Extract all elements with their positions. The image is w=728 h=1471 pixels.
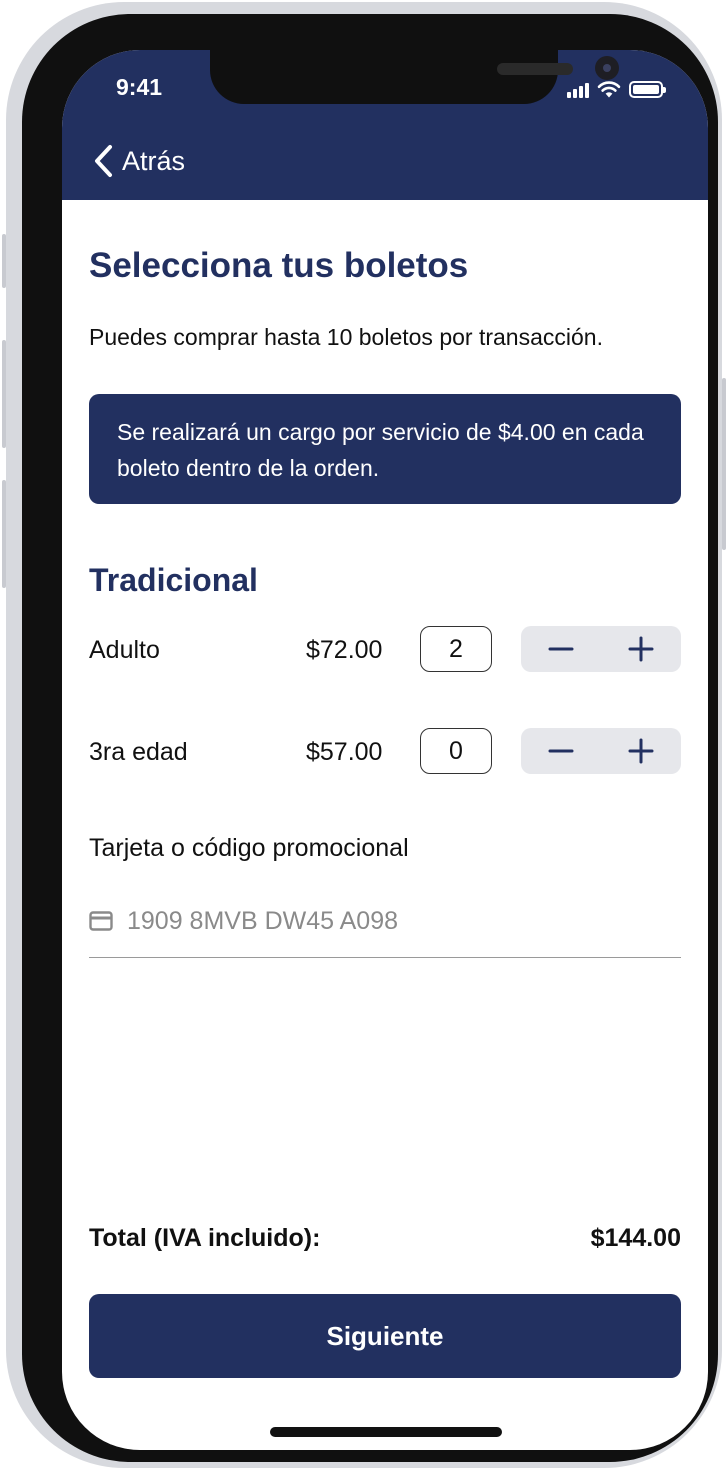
promo-code-field xyxy=(89,902,681,958)
ticket-price: $57.00 xyxy=(306,738,383,766)
quantity-field[interactable]: 0 xyxy=(420,728,492,774)
quantity-stepper xyxy=(521,728,681,774)
minus-icon xyxy=(548,749,574,753)
increment-button[interactable] xyxy=(601,626,681,672)
decrement-button[interactable] xyxy=(521,626,601,672)
service-fee-notice: Se realizará un cargo por servicio de $4… xyxy=(89,394,681,504)
increment-button[interactable] xyxy=(601,728,681,774)
ticket-row-adulto: Adulto $72.00 2 xyxy=(89,626,681,674)
promo-code-input[interactable] xyxy=(127,902,647,940)
plus-icon xyxy=(628,636,654,662)
phone-bezel: 9:41 Atrás Selecciona tus boletos Puedes… xyxy=(22,14,718,1462)
power-button xyxy=(722,378,726,550)
speaker-grille xyxy=(497,63,573,75)
battery-icon xyxy=(629,81,666,98)
ticket-label: Adulto xyxy=(89,636,160,664)
chevron-left-icon xyxy=(95,145,112,177)
page-title: Selecciona tus boletos xyxy=(89,246,469,285)
cellular-signal-icon xyxy=(567,82,589,98)
credit-card-icon xyxy=(89,911,113,931)
header-bar: 9:41 Atrás xyxy=(62,50,708,200)
plus-icon xyxy=(628,738,654,764)
ticket-label: 3ra edad xyxy=(89,738,188,766)
back-button[interactable]: Atrás xyxy=(92,144,185,178)
notch xyxy=(210,50,619,104)
mute-switch xyxy=(2,234,6,288)
back-label: Atrás xyxy=(122,145,186,176)
volume-up-button xyxy=(2,340,6,448)
phone-frame: 9:41 Atrás Selecciona tus boletos Puedes… xyxy=(2,2,726,1468)
page-subtitle: Puedes comprar hasta 10 boletos por tran… xyxy=(89,324,603,350)
section-title: Tradicional xyxy=(89,562,258,598)
camera-icon xyxy=(595,56,619,80)
decrement-button[interactable] xyxy=(521,728,601,774)
wifi-icon xyxy=(597,81,621,98)
status-icons xyxy=(567,78,666,98)
quantity-stepper xyxy=(521,626,681,672)
minus-icon xyxy=(548,647,574,651)
screen: 9:41 Atrás Selecciona tus boletos Puedes… xyxy=(62,50,708,1450)
ticket-price: $72.00 xyxy=(306,636,383,664)
ticket-row-3ra-edad: 3ra edad $57.00 0 xyxy=(89,728,681,776)
total-label: Total (IVA incluido): xyxy=(89,1224,321,1252)
promo-code-label: Tarjeta o código promocional xyxy=(89,834,409,862)
total-value: $144.00 xyxy=(590,1224,681,1252)
quantity-field[interactable]: 2 xyxy=(420,626,492,672)
next-button[interactable]: Siguiente xyxy=(89,1294,681,1378)
volume-down-button xyxy=(2,480,6,588)
status-time: 9:41 xyxy=(116,74,163,100)
home-indicator xyxy=(270,1427,502,1437)
